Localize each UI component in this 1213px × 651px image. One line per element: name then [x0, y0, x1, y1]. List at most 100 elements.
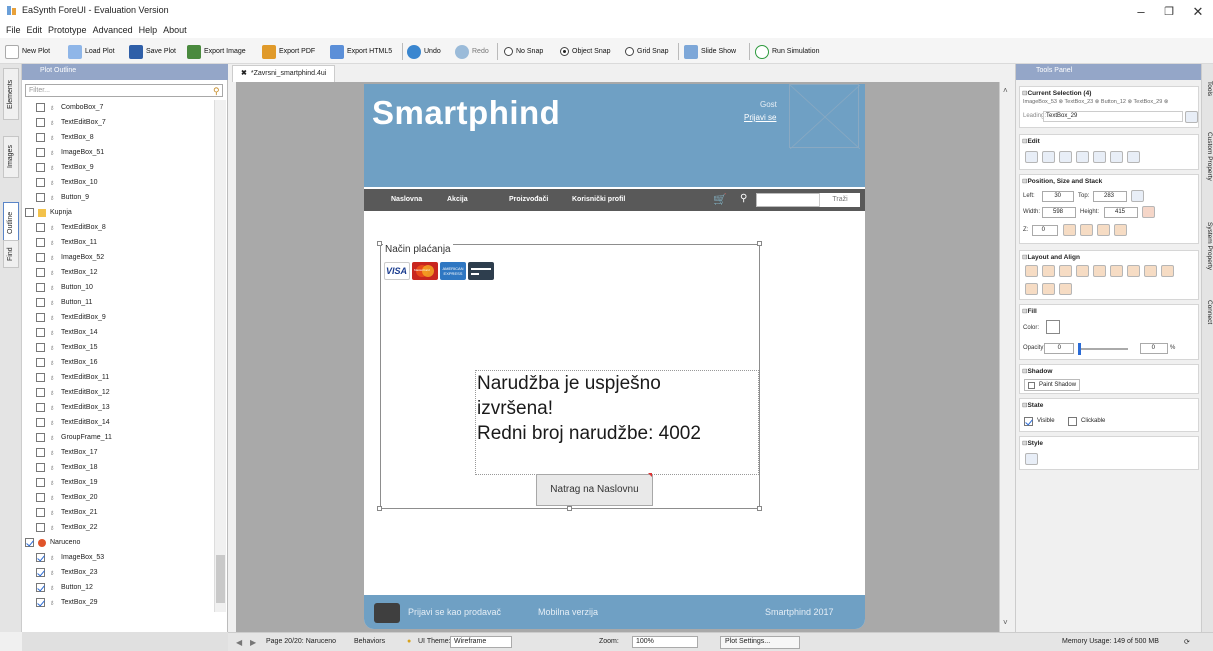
align-top-icon[interactable] — [1076, 265, 1089, 277]
checkbox-icon[interactable] — [36, 448, 45, 457]
checkbox-checked-icon[interactable] — [36, 553, 45, 562]
checkbox-icon[interactable] — [36, 403, 45, 412]
outline-item[interactable]: ♁ TextEditBox_14 — [36, 415, 110, 430]
checkbox-icon[interactable] — [36, 508, 45, 517]
payment-group-frame[interactable]: Način plaćanja VISA MasterCard AMERICAN … — [380, 244, 760, 509]
paint-shadow-checkbox[interactable]: Paint Shadow — [1024, 379, 1081, 391]
send-backward-icon[interactable] — [1097, 224, 1110, 236]
checkbox-icon[interactable] — [36, 463, 45, 472]
align-right-icon[interactable] — [1059, 265, 1072, 277]
tab-find[interactable]: Find — [3, 240, 19, 268]
outline-item[interactable]: ♁ Button_10 — [36, 280, 93, 295]
checkbox-icon[interactable] — [36, 103, 45, 112]
outline-item[interactable]: ♁ TextBox_23 — [36, 565, 98, 580]
size-lock-icon[interactable] — [1142, 206, 1155, 218]
outline-item[interactable]: ♁ TextBox_14 — [36, 325, 98, 340]
outline-item[interactable]: ♁ ImageBox_52 — [36, 250, 104, 265]
next-page-icon[interactable]: ▶ — [250, 638, 256, 647]
checkbox-icon[interactable] — [36, 223, 45, 232]
checkbox-icon[interactable] — [36, 478, 45, 487]
same-height-icon[interactable] — [1025, 283, 1038, 295]
redo-button[interactable]: Redo — [455, 43, 489, 60]
outline-item[interactable]: ♁ TextBox_12 — [36, 265, 98, 280]
minimize-icon[interactable]: – — [1126, 3, 1156, 21]
object-snap-radio[interactable]: Object Snap — [560, 43, 611, 60]
bring-forward-icon[interactable] — [1080, 224, 1093, 236]
outline-item[interactable]: ♁ Button_11 — [36, 295, 92, 310]
group-icon[interactable] — [1127, 151, 1140, 163]
outline-item[interactable]: ♁ TextBox_21 — [36, 505, 98, 520]
outline-item[interactable]: ♁ TextBox_16 — [36, 355, 98, 370]
export-html5-button[interactable]: Export HTML5 — [330, 43, 392, 60]
outline-item[interactable]: ♁ GroupFrame_11 — [36, 430, 112, 445]
scroll-up-icon[interactable]: ˄ — [1003, 86, 1008, 95]
checkbox-icon[interactable] — [36, 118, 45, 127]
checkbox-checked-icon[interactable] — [36, 583, 45, 592]
tab-outline[interactable]: Outline — [3, 202, 19, 244]
gc-icon[interactable]: ⟳ — [1184, 638, 1190, 646]
outline-item[interactable]: Kupnja — [25, 205, 72, 220]
center-v-icon[interactable] — [1059, 283, 1072, 295]
outline-item[interactable]: ♁ TextBox_9 — [36, 160, 94, 175]
menu-edit[interactable]: Edit — [27, 22, 43, 38]
resize-handle[interactable] — [757, 241, 762, 246]
copy-icon[interactable] — [1042, 151, 1055, 163]
outline-item[interactable]: ♁ TextEditBox_7 — [36, 115, 106, 130]
load-plot-button[interactable]: Load Plot — [68, 43, 115, 60]
duplicate-icon[interactable] — [1093, 151, 1106, 163]
cut-icon[interactable] — [1025, 151, 1038, 163]
checkbox-icon[interactable] — [36, 328, 45, 337]
checkbox-icon[interactable] — [36, 253, 45, 262]
tab-connect[interactable]: Connect — [1203, 292, 1213, 332]
checkbox-icon[interactable] — [36, 148, 45, 157]
outline-item[interactable]: ♁ TextEditBox_11 — [36, 370, 109, 385]
z-spinner[interactable]: 0 — [1032, 225, 1058, 236]
left-spinner[interactable]: 30 — [1042, 191, 1074, 202]
search-button[interactable]: Traži — [819, 193, 860, 207]
menu-file[interactable]: File — [6, 22, 21, 38]
height-spinner[interactable]: 415 — [1104, 207, 1138, 218]
maximize-icon[interactable]: ❐ — [1154, 3, 1184, 21]
outline-item[interactable]: ♁ TextEditBox_13 — [36, 400, 110, 415]
checkbox-checked-icon[interactable] — [25, 538, 34, 547]
grid-snap-radio[interactable]: Grid Snap — [625, 43, 669, 60]
opacity-slider[interactable] — [1078, 348, 1128, 350]
checkbox-icon[interactable] — [36, 433, 45, 442]
no-snap-radio[interactable]: No Snap — [504, 43, 543, 60]
checkbox-icon[interactable] — [25, 208, 34, 217]
opacity-spinner[interactable]: 0 — [1044, 343, 1074, 354]
clickable-checkbox[interactable]: Clickable — [1068, 415, 1105, 427]
outline-item[interactable]: ♁ TextBox_20 — [36, 490, 98, 505]
checkbox-icon[interactable] — [36, 313, 45, 322]
align-left-icon[interactable] — [1025, 265, 1038, 277]
close-icon[interactable]: ✕ — [1183, 3, 1213, 21]
checkbox-icon[interactable] — [36, 388, 45, 397]
export-pdf-button[interactable]: Export PDF — [262, 43, 315, 60]
outline-item[interactable]: ♁ TextBox_10 — [36, 175, 98, 190]
checkbox-icon[interactable] — [36, 493, 45, 502]
save-plot-button[interactable]: Save Plot — [129, 43, 176, 60]
login-link[interactable]: Prijavi se — [744, 113, 776, 122]
run-simulation-button[interactable]: Run Simulation — [755, 43, 819, 60]
top-spinner[interactable]: 283 — [1093, 191, 1127, 202]
outline-item[interactable]: ♁ TextBox_18 — [36, 460, 98, 475]
outline-item[interactable]: ♁ TextEditBox_12 — [36, 385, 110, 400]
leading-pick-icon[interactable] — [1185, 111, 1198, 123]
outline-item[interactable]: ♁ TextBox_22 — [36, 520, 98, 535]
outline-item[interactable]: ♁ TextBox_11 — [36, 235, 97, 250]
cart-icon[interactable]: 🛒 — [713, 193, 727, 206]
outline-item[interactable]: ♁ ComboBox_7 — [36, 100, 103, 115]
align-center-icon[interactable] — [1042, 265, 1055, 277]
resize-handle[interactable] — [567, 506, 572, 511]
canvas-scrollbar[interactable]: ˄ ˅ — [999, 82, 1013, 632]
tab-system-property[interactable]: System Property — [1203, 206, 1213, 286]
menu-advanced[interactable]: Advanced — [93, 22, 133, 38]
checkbox-icon[interactable] — [36, 163, 45, 172]
send-back-icon[interactable] — [1114, 224, 1127, 236]
zoom-select[interactable]: 100% — [632, 636, 698, 648]
menu-prototype[interactable]: Prototype — [48, 22, 87, 38]
outline-item[interactable]: ♁ Button_12 — [36, 580, 93, 595]
seller-login-link[interactable]: Prijavi se kao prodavač — [408, 607, 501, 617]
bring-front-icon[interactable] — [1063, 224, 1076, 236]
tab-tools[interactable]: Tools — [1203, 70, 1213, 108]
